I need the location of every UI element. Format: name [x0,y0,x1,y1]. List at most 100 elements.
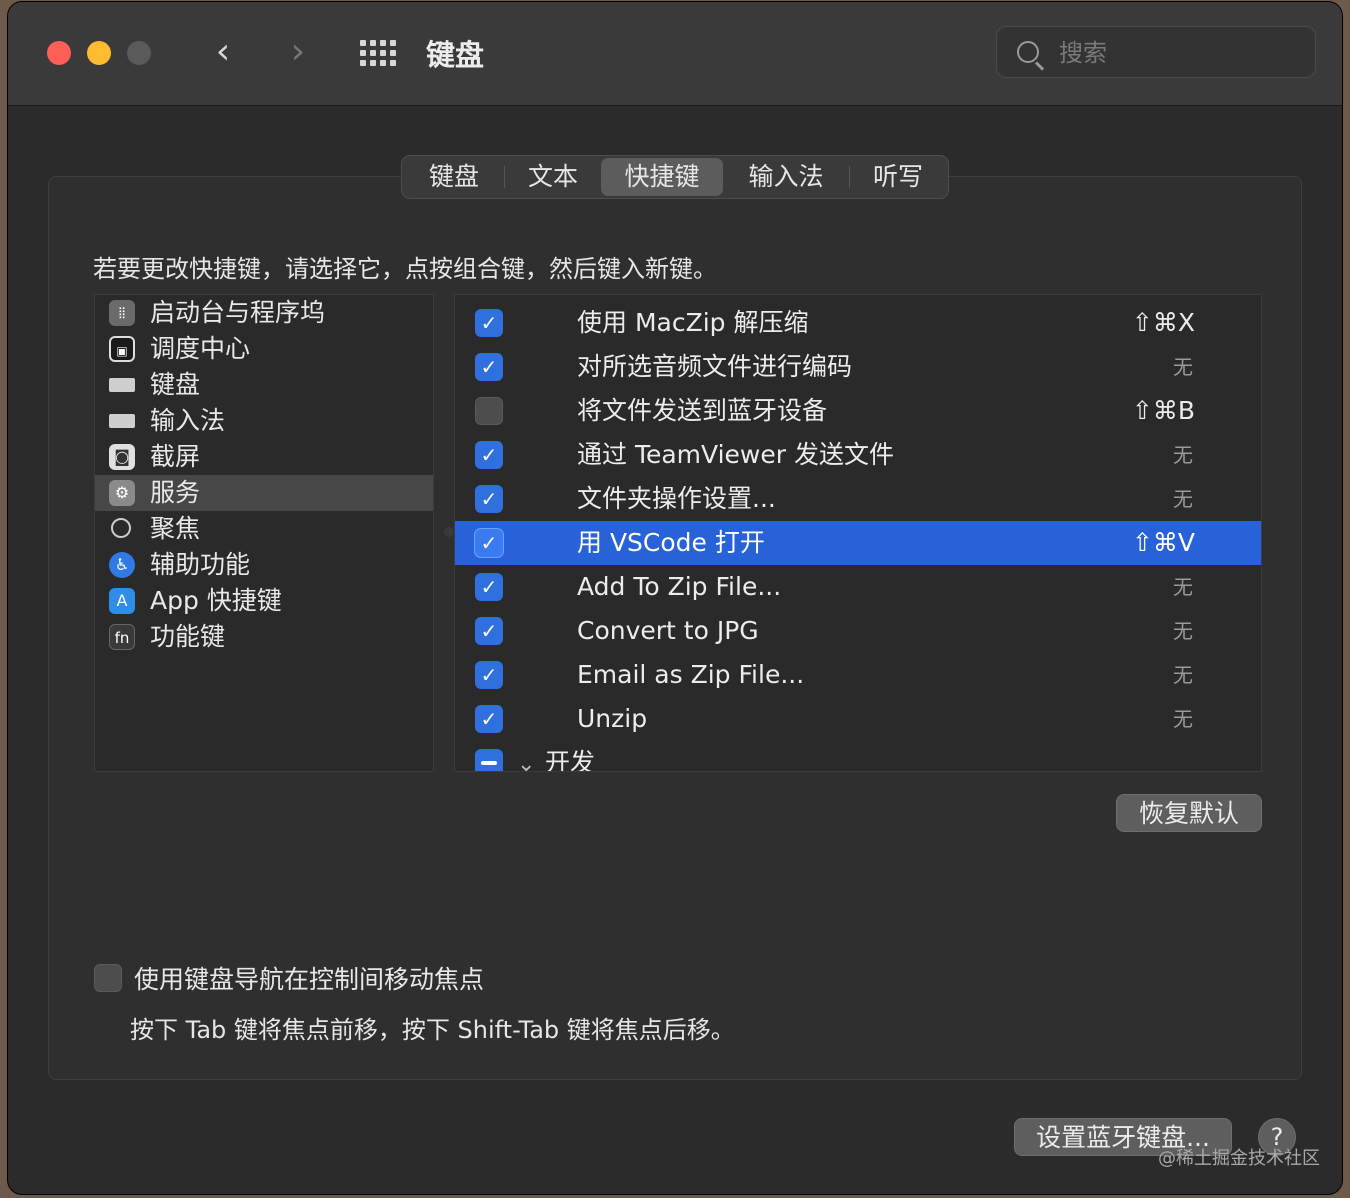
enable-checkbox[interactable]: ✓ [475,485,503,513]
shortcut-label: 对所选音频文件进行编码 [577,352,853,381]
minimize-button[interactable] [87,41,111,65]
category-list[interactable]: ⣿ 启动台与程序坞 ▣ 调度中心 键盘 输入法 ◙ 截屏 ⚙ 服务 聚焦 ♿ 辅… [94,294,434,772]
gear-icon: ⚙ [109,480,135,506]
shortcut-key[interactable]: ⇧⌘X [1132,301,1195,345]
shortcut-key[interactable]: 无 [1173,433,1193,477]
accessibility-icon: ♿ [109,552,135,578]
watermark: @稀土掘金技术社区 [1158,1148,1320,1169]
enable-checkbox[interactable]: ✓ [475,661,503,689]
shortcut-row-selected[interactable]: ✓ 用 VSCode 打开 ⇧⌘V [455,521,1261,565]
app-store-icon: A [109,588,135,614]
category-screenshots[interactable]: ◙ 截屏 [95,439,433,475]
shortcut-label: 文件夹操作设置... [577,484,776,513]
category-label: 截屏 [150,442,201,471]
back-button[interactable]: ‹ [203,30,243,74]
shortcut-label: 通过 TeamViewer 发送文件 [577,440,894,469]
category-services[interactable]: ⚙ 服务 [95,475,433,511]
enable-checkbox[interactable]: ✓ [475,705,503,733]
keyboard-navigation-checkbox[interactable] [94,964,122,992]
chevron-down-icon[interactable]: ⌄ [517,747,535,771]
category-mission-control[interactable]: ▣ 调度中心 [95,331,433,367]
shortcut-key[interactable]: 无 [1173,345,1193,389]
show-all-button[interactable] [358,37,398,73]
close-button[interactable] [47,41,71,65]
category-label: 辅助功能 [150,550,251,579]
category-accessibility[interactable]: ♿ 辅助功能 [95,547,433,583]
group-checkbox[interactable] [475,749,503,771]
search-icon [1017,41,1039,63]
tab-text[interactable]: 文本 [505,158,601,196]
category-label: 功能键 [150,622,226,651]
category-label: 启动台与程序坞 [150,298,326,327]
mission-control-icon: ▣ [109,336,135,362]
enable-checkbox[interactable]: ✓ [475,309,503,337]
enable-checkbox[interactable]: ✓ [475,353,503,381]
tab-keyboard[interactable]: 键盘 [404,158,504,196]
shortcut-row[interactable]: ✓ Unzip 无 [455,697,1261,741]
screenshot-icon: ◙ [109,444,135,470]
category-label: 键盘 [150,370,201,399]
shortcut-key[interactable]: ⇧⌘B [1132,389,1195,433]
shortcut-row[interactable]: ✓ 对所选音频文件进行编码 无 [455,345,1261,389]
search-input[interactable] [1057,27,1301,79]
shortcut-key[interactable]: 无 [1173,653,1193,697]
category-label: 输入法 [150,406,226,435]
shortcut-label: Convert to JPG [577,616,759,645]
shortcut-label: Email as Zip File... [577,660,805,689]
search-field[interactable] [996,26,1316,79]
category-launchpad[interactable]: ⣿ 启动台与程序坞 [95,295,433,331]
shortcut-row[interactable]: ✓ Convert to JPG 无 [455,609,1261,653]
shortcut-label: 使用 MacZip 解压缩 [577,308,809,337]
tab-dictation[interactable]: 听写 [850,158,946,196]
launchpad-icon: ⣿ [109,300,135,326]
category-function-keys[interactable]: fn 功能键 [95,619,433,655]
keyboard-icon [109,414,135,428]
tab-input-sources[interactable]: 输入法 [723,158,849,196]
shortcut-label: 将文件发送到蓝牙设备 [577,396,828,425]
shortcut-row[interactable]: ✓ 文件夹操作设置... 无 [455,477,1261,521]
shortcut-key[interactable]: 无 [1173,565,1193,609]
restore-defaults-button[interactable]: 恢复默认 [1116,794,1262,832]
enable-checkbox[interactable] [475,397,503,425]
category-label: 调度中心 [150,334,251,363]
category-input-sources[interactable]: 输入法 [95,403,433,439]
category-label: 服务 [150,478,201,507]
keyboard-navigation-label[interactable]: 使用键盘导航在控制间移动焦点 [134,960,484,996]
shortcut-list[interactable]: ✓ 使用 MacZip 解压缩 ⇧⌘X ✓ 对所选音频文件进行编码 无 将文件发… [454,294,1262,772]
shortcut-key[interactable]: 无 [1173,697,1193,741]
enable-checkbox[interactable]: ✓ [475,529,503,557]
group-label: 开发 [545,748,596,772]
shortcut-row[interactable]: ✓ Email as Zip File... 无 [455,653,1261,697]
chevron-left-icon: ‹ [215,31,231,72]
fn-icon: fn [109,624,135,650]
forward-button[interactable]: › [278,30,318,74]
keyboard-icon [109,378,135,392]
zoom-button[interactable] [127,41,151,65]
keyboard-navigation-note: 按下 Tab 键将焦点前移，按下 Shift-Tab 键将焦点后移。 [130,1016,735,1044]
shortcut-key[interactable]: ⇧⌘V [1132,521,1195,565]
group-row-development[interactable]: ⌄ 开发 [455,741,1261,772]
category-spotlight[interactable]: 聚焦 [95,511,433,547]
spotlight-icon [111,518,131,538]
tab-shortcuts[interactable]: 快捷键 [601,158,723,196]
instructions-text: 若要更改快捷键，请选择它，点按组合键，然后键入新键。 [93,255,717,283]
shortcut-row[interactable]: 将文件发送到蓝牙设备 ⇧⌘B [455,389,1261,433]
chevron-right-icon: › [290,31,306,72]
enable-checkbox[interactable]: ✓ [475,441,503,469]
shortcut-key[interactable]: 无 [1173,609,1193,653]
tab-bar: 键盘 文本 快捷键 输入法 听写 [401,155,949,199]
shortcut-row[interactable]: ✓ Add To Zip File... 无 [455,565,1261,609]
shortcut-label: Add To Zip File... [577,572,782,601]
shortcut-row[interactable]: ✓ 使用 MacZip 解压缩 ⇧⌘X [455,301,1261,345]
shortcut-row[interactable]: ✓ 通过 TeamViewer 发送文件 无 [455,433,1261,477]
split-view-handle[interactable] [444,527,454,537]
shortcut-key[interactable]: 无 [1173,477,1193,521]
enable-checkbox[interactable]: ✓ [475,573,503,601]
window-title: 键盘 [426,38,485,72]
enable-checkbox[interactable]: ✓ [475,617,503,645]
shortcut-label: 用 VSCode 打开 [577,528,765,557]
preferences-window: ‹ › 键盘 键盘 文本 快捷键 输入法 听写 若要更改快捷键，请选择它，点按组… [8,2,1342,1194]
category-label: App 快捷键 [150,586,282,615]
category-app-shortcuts[interactable]: A App 快捷键 [95,583,433,619]
category-keyboard[interactable]: 键盘 [95,367,433,403]
